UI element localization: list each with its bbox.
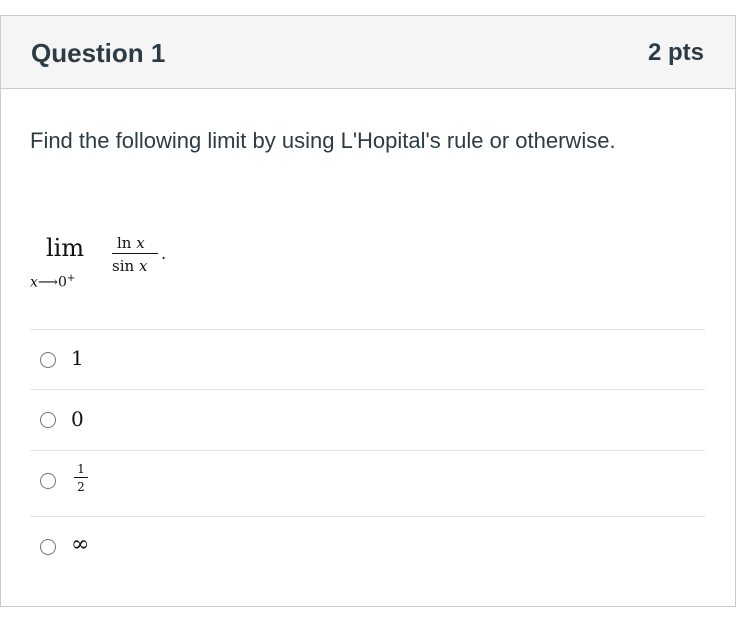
denominator-variable: x [138,257,148,275]
answer-label: ∞ [71,532,90,557]
limit-target: 0 [57,274,67,291]
fraction-denominator: sin x [112,257,147,275]
radio-button[interactable] [40,412,56,428]
numerator-variable: x [136,234,145,252]
answer-label: 0 [71,407,84,431]
fraction-bar [74,477,88,478]
answer-label: 1 [71,346,84,370]
answer-option-4[interactable]: ∞ [30,516,705,576]
fraction-denominator: 2 [77,480,85,494]
question-prompt: Find the following limit by using L'Hopi… [30,128,616,153]
limit-operator: lim [46,234,85,262]
numerator-function: ln [117,234,132,252]
limit-arrow: ⟶ [37,274,58,291]
limit-subscript: x⟶0+ [30,270,75,292]
answer-option-1[interactable]: 1 [30,329,705,389]
expression-period: . [161,244,167,263]
radio-button[interactable] [40,473,56,489]
question-points: 2 pts [647,39,704,66]
radio-button[interactable] [40,352,56,368]
question-header: Question 1 2 pts [1,16,735,89]
fraction-bar [112,253,158,254]
limit-direction: + [66,273,76,284]
fraction-numerator: ln x [117,234,145,252]
answer-fraction: 1 2 [74,462,88,494]
denominator-function: sin [112,257,135,275]
answer-list: 1 0 1 2 ∞ [30,329,705,576]
limit-variable: x [30,274,38,291]
fraction-numerator: 1 [77,462,85,476]
radio-button[interactable] [40,539,56,555]
answer-option-2[interactable]: 0 [30,389,705,450]
question-title: Question 1 [31,38,166,68]
answer-option-3[interactable]: 1 2 [30,450,705,516]
